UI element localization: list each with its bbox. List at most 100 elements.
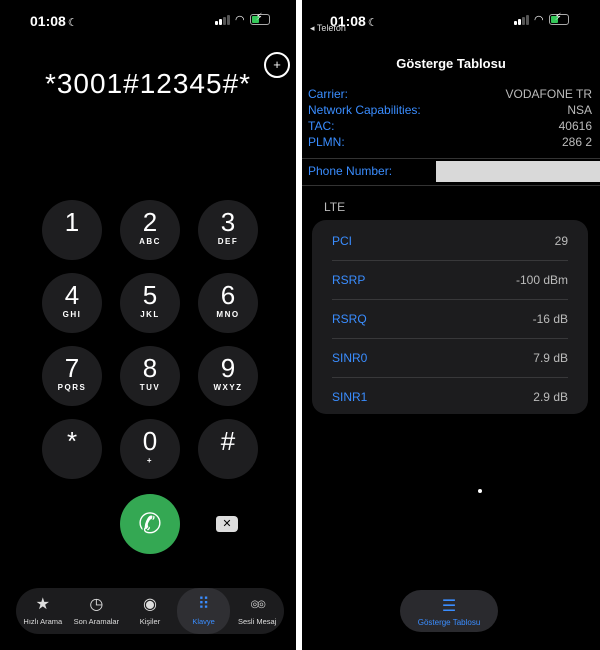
call-button[interactable]: ✆ <box>120 494 180 554</box>
key-digit: # <box>220 426 236 456</box>
key-digit: 6 <box>220 280 236 310</box>
key-letters: WXYZ <box>213 383 243 392</box>
lte-card: PCI 29 RSRP -100 dBm RSRQ -16 dB SINR0 7.9 dB SI… <box>312 220 588 414</box>
phone-number-label: Phone Number: <box>308 164 393 178</box>
tab-star[interactable]: ★ Hızlı Arama <box>16 588 70 634</box>
key-5[interactable]: 5 JKL <box>120 273 180 333</box>
tab-label: Son Aramalar <box>73 617 120 626</box>
key-6[interactable]: 6 MNO <box>198 273 258 333</box>
tab-label: Hızlı Arama <box>23 617 63 626</box>
key-letters: PQRS <box>57 383 87 392</box>
key-8[interactable]: 8 TUV <box>120 346 180 406</box>
info-row: Carrier: VODAFONE TR <box>308 87 592 103</box>
key-hash[interactable]: # <box>198 419 258 479</box>
backspace-button[interactable]: ✕ <box>216 516 238 532</box>
key-2[interactable]: 2 ABC <box>120 200 180 260</box>
key-digit: 0 <box>142 426 158 456</box>
status-bar: 01:08 ☾ ◠ ⚡ <box>302 0 600 34</box>
tab-label: Klavye <box>192 617 215 626</box>
key-digit: * <box>66 426 78 456</box>
lte-value: 29 <box>554 234 568 248</box>
info-row: Network Capabilities: NSA <box>308 103 592 119</box>
tab-label: Kişiler <box>139 617 161 626</box>
tab-clock[interactable]: ◷ Son Aramalar <box>70 588 124 634</box>
tab-person[interactable]: ◉ Kişiler <box>123 588 177 634</box>
key-3[interactable]: 3 DEF <box>198 200 258 260</box>
lte-value: -16 dB <box>532 312 568 326</box>
key-digit: 7 <box>64 353 80 383</box>
key-digit: 9 <box>220 353 236 383</box>
status-bar: 01:08 ☾ ◠ ⚡ <box>0 0 296 34</box>
lte-row-rsrq: RSRQ -16 dB <box>332 300 568 339</box>
lte-row-pci: PCI 29 <box>332 222 568 261</box>
info-key: Network Capabilities: <box>308 103 421 117</box>
key-letters: GHI <box>62 310 82 319</box>
lte-key: SINR0 <box>332 351 368 365</box>
key-4[interactable]: 4 GHI <box>42 273 102 333</box>
info-value: 286 2 <box>561 135 592 149</box>
dashboard-screen: 01:08 ☾ ◠ ⚡ ◂ Telefon Gösterge Tablosu Ca… <box>302 0 600 650</box>
battery-icon: ⚡ <box>249 12 270 25</box>
delete-icon: ✕ <box>222 518 232 530</box>
tab-dashboard[interactable]: ☰ Gösterge Tablosu <box>400 590 498 632</box>
lte-key: RSRQ <box>332 312 367 326</box>
key-digit: 4 <box>64 280 80 310</box>
dialer-screen: 01:08 ☾ ◠ ⚡ *3001#12345#* + 1 2 ABC 3 DEF 4 GHI… <box>0 0 296 650</box>
info-key: TAC: <box>308 119 335 133</box>
key-digit: 3 <box>220 207 236 237</box>
voicemail-icon: ◎◎ <box>250 599 265 610</box>
key-9[interactable]: 9 WXYZ <box>198 346 258 406</box>
back-link[interactable]: ◂ Telefon <box>310 23 346 34</box>
key-digit: 2 <box>142 207 158 237</box>
key-letters: ABC <box>139 237 161 246</box>
add-contact-icon[interactable]: + <box>264 52 290 78</box>
lte-key: PCI <box>332 234 353 248</box>
person-icon: ◉ <box>143 596 157 613</box>
keypad-icon: ⠿ <box>197 596 210 613</box>
lte-value: 2.9 dB <box>533 390 568 404</box>
key-digit: 5 <box>142 280 158 310</box>
info-row: TAC: 40616 <box>308 119 592 135</box>
lte-value: 7.9 dB <box>533 351 568 365</box>
redacted-phone-number <box>436 161 600 182</box>
key-letters: TUV <box>139 383 161 392</box>
phone-icon: ✆ <box>138 508 162 539</box>
key-digit: 8 <box>142 353 158 383</box>
page-title: Gösterge Tablosu <box>396 56 506 71</box>
key-star[interactable]: * <box>42 419 102 479</box>
key-digit: 1 <box>64 207 80 237</box>
lte-row-sinr0: SINR0 7.9 dB <box>332 339 568 378</box>
lte-row-rsrp: RSRP -100 dBm <box>332 261 568 300</box>
lte-row-sinr1: SINR1 2.9 dB <box>332 378 568 416</box>
page-dot <box>478 489 482 493</box>
moon-icon: ☾ <box>367 17 378 29</box>
info-value: VODAFONE TR <box>505 87 592 101</box>
info-row: PLMN: 286 2 <box>308 135 592 151</box>
lte-value: -100 dBm <box>515 273 568 287</box>
status-time: 01:08 <box>30 13 66 29</box>
lte-key: RSRP <box>332 273 366 287</box>
tab-voicemail[interactable]: ◎◎ Sesli Mesaj <box>230 588 284 634</box>
tab-bar: ★ Hızlı Arama ◷ Son Aramalar ◉ Kişiler ⠿ Klavye… <box>16 588 284 634</box>
key-letters: JKL <box>140 310 160 319</box>
star-icon: ★ <box>35 596 50 613</box>
wifi-icon: ◠ <box>235 14 245 26</box>
key-letters: MNO <box>216 310 240 319</box>
list-icon: ☰ <box>441 598 457 615</box>
info-value: 40616 <box>558 119 592 133</box>
dialed-number: *3001#12345#* <box>44 68 252 99</box>
tab-keypad[interactable]: ⠿ Klavye <box>176 588 231 634</box>
info-key: Carrier: <box>308 87 349 101</box>
tab-label: Sesli Mesaj <box>237 617 277 626</box>
key-0[interactable]: 0 + <box>120 419 180 479</box>
signal-icon <box>514 14 529 25</box>
info-key: PLMN: <box>308 135 345 149</box>
phone-number-row: Phone Number: <box>302 158 600 186</box>
key-7[interactable]: 7 PQRS <box>42 346 102 406</box>
signal-icon <box>215 14 230 25</box>
battery-icon: ⚡ <box>548 12 569 25</box>
key-letters: + <box>146 456 154 465</box>
key-1[interactable]: 1 <box>42 200 102 260</box>
lte-header: LTE <box>324 200 346 214</box>
tab-dashboard-label: Gösterge Tablosu <box>417 618 481 627</box>
